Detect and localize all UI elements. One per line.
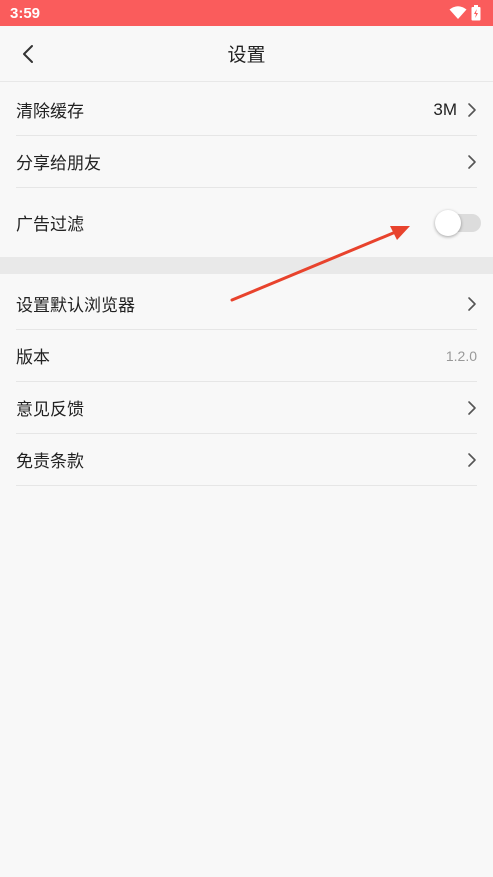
wifi-icon: [449, 6, 467, 19]
chevron-right-icon: [468, 296, 476, 311]
share-label: 分享给朋友: [16, 154, 101, 174]
clear-cache-right: 3M: [433, 100, 477, 120]
feedback-label: 意见反馈: [16, 400, 84, 420]
back-button[interactable]: [12, 38, 44, 70]
version-value: 1.2.0: [445, 347, 477, 364]
chevron-right-icon: [468, 102, 476, 117]
settings-group-about: 设置默认浏览器 版本 1.2.0 意见反馈 免责条款: [0, 278, 493, 486]
toggle-thumb: [435, 210, 461, 236]
version-row: 版本 1.2.0: [16, 330, 477, 382]
ad-filter-row: 广告过滤: [16, 188, 481, 256]
default-browser-label: 设置默认浏览器: [16, 296, 135, 316]
clear-cache-label: 清除缓存: [16, 102, 84, 122]
ad-filter-toggle[interactable]: [435, 207, 483, 237]
cache-size-value: 3M: [433, 99, 457, 119]
status-bar: 3:59: [0, 0, 493, 26]
ad-filter-label: 广告过滤: [16, 214, 84, 235]
feedback-row[interactable]: 意见反馈: [16, 382, 477, 434]
disclaimer-row[interactable]: 免责条款: [16, 434, 477, 486]
clear-cache-row[interactable]: 清除缓存 3M: [16, 84, 477, 136]
chevron-right-icon: [468, 154, 476, 169]
settings-group-general: 清除缓存 3M 分享给朋友 广告过滤: [0, 84, 493, 256]
app-bar: 设置: [0, 26, 493, 82]
section-divider: [0, 257, 493, 274]
share-row[interactable]: 分享给朋友: [16, 136, 477, 188]
status-time: 3:59: [10, 4, 41, 22]
chevron-right-icon: [468, 452, 476, 467]
default-browser-row[interactable]: 设置默认浏览器: [16, 278, 477, 330]
chevron-right-icon: [468, 400, 476, 415]
battery-icon: [471, 5, 481, 21]
status-icons: [449, 5, 481, 21]
version-label: 版本: [16, 348, 50, 368]
page-title: 设置: [227, 44, 266, 66]
chevron-left-icon: [23, 45, 33, 63]
disclaimer-label: 免责条款: [16, 452, 84, 472]
